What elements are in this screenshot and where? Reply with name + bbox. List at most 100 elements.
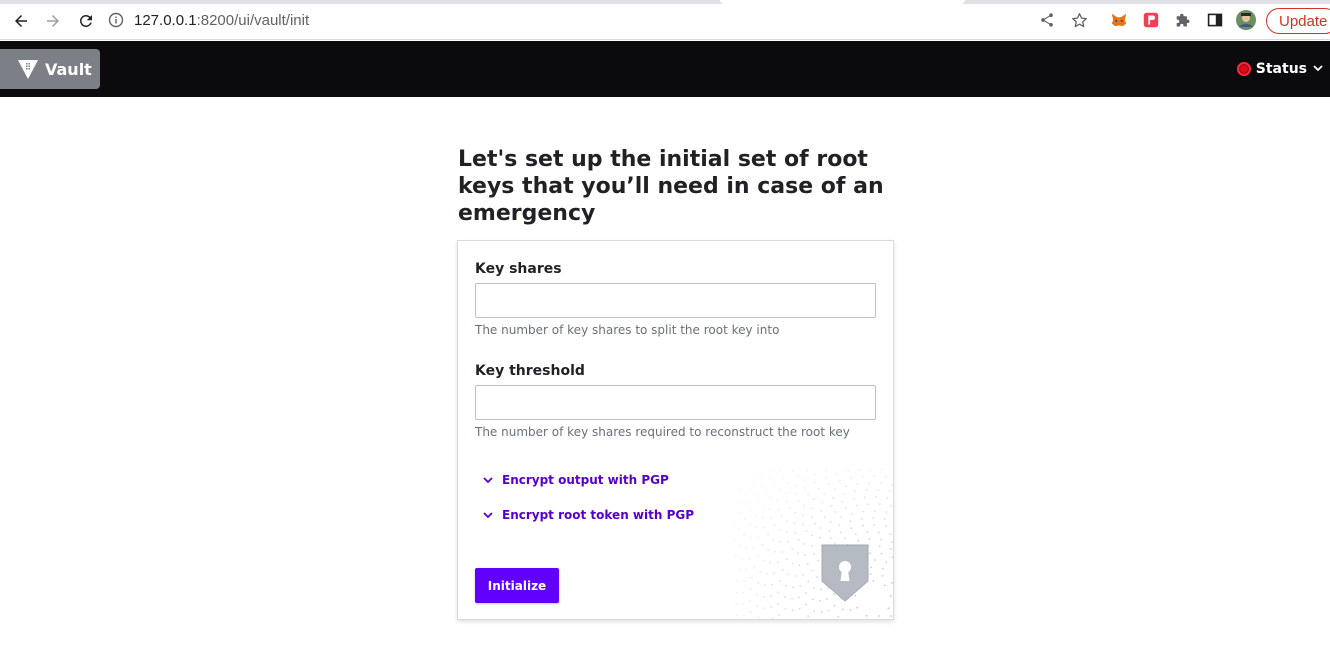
- decoration-dot: [738, 528, 740, 531]
- decoration-dot: [887, 607, 890, 610]
- decoration-dot: [761, 485, 764, 488]
- decoration-dot: [745, 568, 748, 571]
- decoration-dot: [880, 552, 883, 555]
- decoration-dot: [753, 493, 756, 496]
- decoration-dot: [857, 539, 860, 542]
- decoration-dot: [749, 588, 752, 591]
- decoration-dot: [792, 586, 794, 589]
- decoration-dot: [806, 469, 809, 472]
- status-menu[interactable]: Status: [1236, 59, 1324, 78]
- decoration-dot: [791, 597, 793, 600]
- decoration-dot: [778, 580, 781, 582]
- decoration-dot: [796, 475, 799, 478]
- decoration-dot: [811, 544, 813, 547]
- key-threshold-help: The number of key shares required to rec…: [475, 425, 850, 439]
- update-button[interactable]: Update: [1266, 8, 1330, 34]
- decoration-dot: [888, 490, 891, 493]
- decoration-dot: [873, 524, 876, 526]
- decoration-dot: [763, 526, 766, 529]
- active-tab[interactable]: [720, 0, 965, 4]
- decoration-dot: [856, 504, 858, 507]
- decoration-dot: [802, 573, 804, 576]
- vault-home-link[interactable]: Vault: [0, 49, 100, 89]
- decoration-dot: [785, 492, 788, 494]
- initialize-button[interactable]: Initialize: [475, 568, 559, 603]
- decoration-dot: [891, 541, 893, 543]
- decoration-dot: [813, 610, 816, 612]
- decoration-dot: [764, 584, 766, 586]
- decoration-dot: [861, 475, 864, 478]
- decoration-dot: [753, 565, 756, 568]
- decoration-dot: [819, 536, 821, 539]
- decoration-dot: [880, 538, 882, 541]
- fox-icon: [1111, 13, 1127, 27]
- metamask-extension[interactable]: [1109, 10, 1129, 30]
- encrypt-output-pgp-toggle[interactable]: Encrypt output with PGP: [482, 473, 669, 487]
- pocket-icon: [1143, 12, 1159, 28]
- decoration-dot: [776, 499, 779, 502]
- decoration-dot: [811, 507, 814, 510]
- info-icon[interactable]: [108, 12, 124, 28]
- extensions-button[interactable]: [1173, 10, 1193, 30]
- decoration-dot: [820, 510, 823, 512]
- decoration-dot: [791, 609, 794, 612]
- decoration-dot: [773, 524, 776, 527]
- side-panel-button[interactable]: [1205, 10, 1225, 30]
- decoration-dot: [872, 517, 875, 519]
- decoration-dot: [734, 555, 737, 557]
- decoration-dot: [873, 475, 875, 477]
- decoration-dot: [787, 541, 790, 543]
- key-shares-input[interactable]: [475, 283, 876, 318]
- decoration-dot: [767, 534, 769, 536]
- decoration-dot: [870, 566, 873, 568]
- decoration-dot: [828, 529, 831, 532]
- star-icon: [1071, 12, 1087, 27]
- decoration-dot: [807, 580, 810, 583]
- decoration-dot: [807, 615, 810, 618]
- reload-icon: [79, 14, 92, 27]
- encrypt-root-token-pgp-toggle[interactable]: Encrypt root token with PGP: [482, 508, 694, 522]
- decoration-dot: [735, 591, 738, 594]
- address-bar[interactable]: 127.0.0.1:8200/ui/vault/init: [108, 8, 309, 32]
- decoration-dot: [831, 496, 834, 499]
- arrow-left-icon: [15, 15, 27, 27]
- shield-keyhole-icon: [821, 544, 869, 602]
- decoration-dot: [889, 533, 892, 536]
- decoration-dot: [742, 603, 744, 605]
- reload-button[interactable]: [74, 9, 98, 33]
- key-threshold-input[interactable]: [475, 385, 876, 420]
- decoration-dot: [797, 500, 800, 502]
- vault-logo-icon: [18, 60, 38, 79]
- decoration-dot: [879, 482, 882, 485]
- forward-button[interactable]: [41, 9, 65, 33]
- decoration-dot: [858, 469, 861, 471]
- decoration-dot: [890, 504, 892, 507]
- decoration-dot: [814, 522, 817, 525]
- decoration-dot: [762, 559, 765, 562]
- key-shares-help: The number of key shares to split the ro…: [475, 323, 780, 337]
- decoration-dot: [862, 524, 864, 527]
- decoration-dot: [803, 504, 806, 507]
- profile-avatar[interactable]: [1236, 10, 1256, 30]
- decoration-dot: [736, 580, 739, 583]
- decoration-dot: [760, 476, 763, 478]
- decoration-dot: [784, 596, 786, 598]
- decoration-dot: [743, 614, 745, 617]
- decoration-dot: [881, 469, 884, 471]
- decoration-dot: [757, 500, 760, 502]
- decoration-dot: [776, 561, 779, 564]
- decoration-dot: [778, 488, 780, 491]
- back-button[interactable]: [9, 9, 33, 33]
- side-panel-icon: [1207, 13, 1223, 27]
- decoration-dot: [757, 554, 759, 557]
- pocket-extension[interactable]: [1141, 10, 1161, 30]
- decoration-dot: [884, 475, 887, 478]
- decoration-dot: [811, 569, 814, 572]
- decoration-dot: [838, 524, 841, 527]
- bookmark-button[interactable]: [1069, 10, 1089, 30]
- chevron-down-icon: [1312, 59, 1324, 78]
- decoration-dot: [805, 603, 808, 606]
- decoration-dot: [844, 537, 846, 540]
- share-button[interactable]: [1037, 10, 1057, 30]
- decoration-dot: [813, 498, 815, 501]
